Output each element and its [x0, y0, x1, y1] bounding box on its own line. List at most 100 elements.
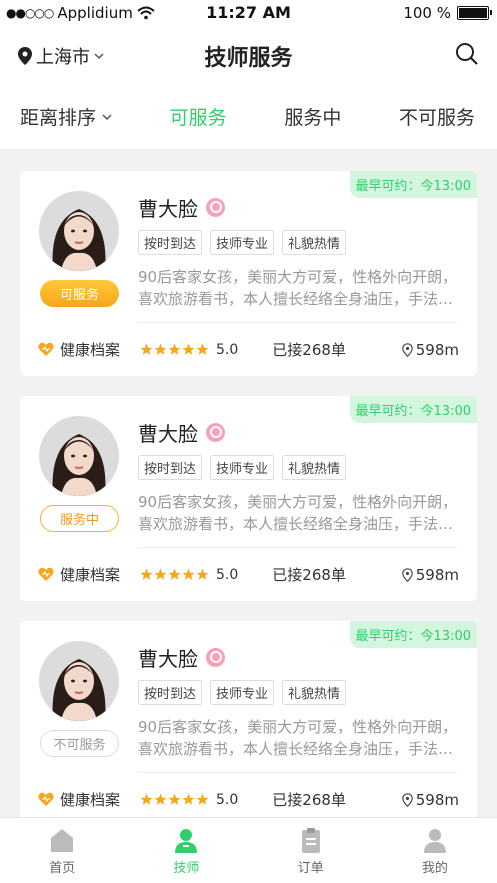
- tab-orders-label: 订单: [297, 861, 324, 876]
- tag: 礼貌热情: [282, 230, 347, 255]
- technician-description: 90后客家女孩，美丽大方可爱，性格外向开朗， 喜欢旅游看书，本人擅长经络全身油压…: [138, 266, 458, 310]
- tag: 礼貌热情: [282, 680, 347, 705]
- star-icon: [168, 343, 181, 355]
- tag: 按时到达: [138, 455, 203, 480]
- technician-icon: [175, 829, 198, 853]
- star-icon: [140, 343, 153, 355]
- tag-list: 按时到达 技师专业 礼貌热情: [138, 455, 347, 480]
- service-status-badge: 服务中: [40, 505, 119, 532]
- card-footer: 健康档案 5.0 已接268单 598m: [38, 564, 459, 585]
- star-icon: [196, 568, 209, 580]
- orders-count: 已接268单: [272, 341, 346, 359]
- clipboard-icon: [301, 828, 320, 853]
- heart-icon: [38, 342, 54, 356]
- tag: 礼貌热情: [282, 455, 347, 480]
- star-icon: [182, 793, 195, 805]
- technician-card[interactable]: 最早可约：今13:00 可服务 曹大脸 按时到达 技师专业 礼貌热情 90后客家女孩…: [20, 171, 477, 376]
- sort-label: 距离排序: [20, 107, 97, 129]
- filter-bar: 距离排序 可服务 服务中 不可服务: [0, 84, 497, 150]
- star-rating: 5.0: [140, 342, 238, 358]
- avatar-photo-icon: [39, 641, 119, 721]
- tag: 按时到达: [138, 680, 203, 705]
- health-record-label: 健康档案: [60, 341, 121, 359]
- chevron-down-icon: [102, 113, 112, 120]
- distance: 598m: [401, 340, 459, 359]
- health-record-label: 健康档案: [60, 791, 121, 809]
- description-line: 90后客家女孩，美丽大方可爱，性格外向开朗，: [138, 268, 458, 286]
- star-icon: [154, 793, 167, 805]
- star-icon: [154, 343, 167, 355]
- health-record-label: 健康档案: [60, 566, 121, 584]
- battery-icon: [457, 6, 492, 20]
- filter-in-service[interactable]: 服务中: [284, 103, 341, 130]
- service-status-badge: 不可服务: [40, 730, 119, 757]
- star-rating: 5.0: [140, 567, 238, 583]
- service-status-badge: 可服务: [40, 280, 119, 307]
- tab-technician-label: 技师: [173, 861, 200, 876]
- star-icon: [140, 568, 153, 580]
- earliest-booking-badge: 最早可约：今13:00: [349, 396, 477, 423]
- distance-value: 598m: [415, 340, 459, 359]
- technician-name-row: 曹大脸: [138, 643, 225, 672]
- description-line: 90后客家女孩，美丽大方可爱，性格外向开朗，: [138, 718, 458, 736]
- filter-available[interactable]: 可服务: [170, 103, 227, 130]
- orders-count: 已接268单: [272, 566, 346, 584]
- female-icon: [206, 648, 225, 667]
- female-icon: [206, 423, 225, 442]
- orders-count: 已接268单: [272, 791, 346, 809]
- description-line: 90后客家女孩，美丽大方可爱，性格外向开朗，: [138, 493, 458, 511]
- rating-value: 5.0: [216, 566, 239, 583]
- tag: 按时到达: [138, 230, 203, 255]
- technician-name: 曹大脸: [138, 422, 198, 446]
- star-icon: [196, 343, 209, 355]
- female-icon: [206, 198, 225, 217]
- battery-percent: 100 %: [403, 4, 451, 22]
- technician-card[interactable]: 最早可约：今13:00 不可服务 曹大脸 按时到达 技师专业 礼貌热情 90后客家女…: [20, 621, 477, 826]
- tab-mine-label: 我的: [421, 861, 448, 876]
- star-icon: [168, 793, 181, 805]
- sort-dropdown[interactable]: 距离排序: [20, 103, 112, 130]
- heart-icon: [38, 567, 54, 581]
- avatar-photo-icon: [39, 416, 119, 496]
- tab-home-label: 首页: [49, 861, 76, 876]
- avatar-photo-icon: [39, 191, 119, 271]
- divider: [138, 547, 457, 548]
- technician-card[interactable]: 最早可约：今13:00 服务中 曹大脸 按时到达 技师专业 礼貌热情 90后客家女孩…: [20, 396, 477, 601]
- technician-name: 曹大脸: [138, 197, 198, 221]
- health-record-link[interactable]: 健康档案: [38, 564, 120, 585]
- tag-list: 按时到达 技师专业 礼貌热情: [138, 230, 347, 255]
- home-icon: [51, 829, 74, 852]
- distance: 598m: [401, 791, 459, 809]
- earliest-booking-badge: 最早可约：今13:00: [349, 621, 477, 648]
- avatar: [39, 191, 119, 271]
- health-record-link[interactable]: 健康档案: [38, 339, 120, 360]
- technician-name: 曹大脸: [138, 647, 198, 671]
- rating-value: 5.0: [216, 341, 239, 358]
- rating-value: 5.0: [216, 791, 239, 808]
- tag: 技师专业: [210, 680, 275, 705]
- earliest-booking-badge: 最早可约：今13:00: [349, 171, 477, 198]
- technician-description: 90后客家女孩，美丽大方可爱，性格外向开朗， 喜欢旅游看书，本人擅长经络全身油压…: [138, 716, 458, 760]
- technician-name-row: 曹大脸: [138, 418, 225, 447]
- filter-unavailable[interactable]: 不可服务: [399, 103, 475, 130]
- app-header: 上海市 技师服务: [0, 26, 497, 84]
- tag: 技师专业: [210, 230, 275, 255]
- description-line: 喜欢旅游看书，本人擅长经络全身油压，手法…: [138, 290, 454, 308]
- health-record-link[interactable]: 健康档案: [38, 789, 120, 810]
- description-line: 喜欢旅游看书，本人擅长经络全身油压，手法…: [138, 515, 454, 533]
- tab-home[interactable]: 首页: [0, 818, 124, 883]
- avatar: [39, 641, 119, 721]
- location-pin-icon: [401, 567, 413, 582]
- tab-orders[interactable]: 订单: [249, 818, 373, 883]
- divider: [138, 772, 457, 773]
- search-icon[interactable]: [455, 42, 479, 66]
- technician-description: 90后客家女孩，美丽大方可爱，性格外向开朗， 喜欢旅游看书，本人擅长经络全身油压…: [138, 491, 458, 535]
- distance-value: 598m: [415, 565, 459, 584]
- star-icon: [196, 793, 209, 805]
- page-title: 技师服务: [204, 46, 293, 71]
- tab-technician[interactable]: 技师: [124, 818, 248, 883]
- description-line: 喜欢旅游看书，本人擅长经络全身油压，手法…: [138, 740, 454, 758]
- star-icon: [168, 568, 181, 580]
- technician-name-row: 曹大脸: [138, 193, 225, 222]
- tab-mine[interactable]: 我的: [373, 818, 497, 883]
